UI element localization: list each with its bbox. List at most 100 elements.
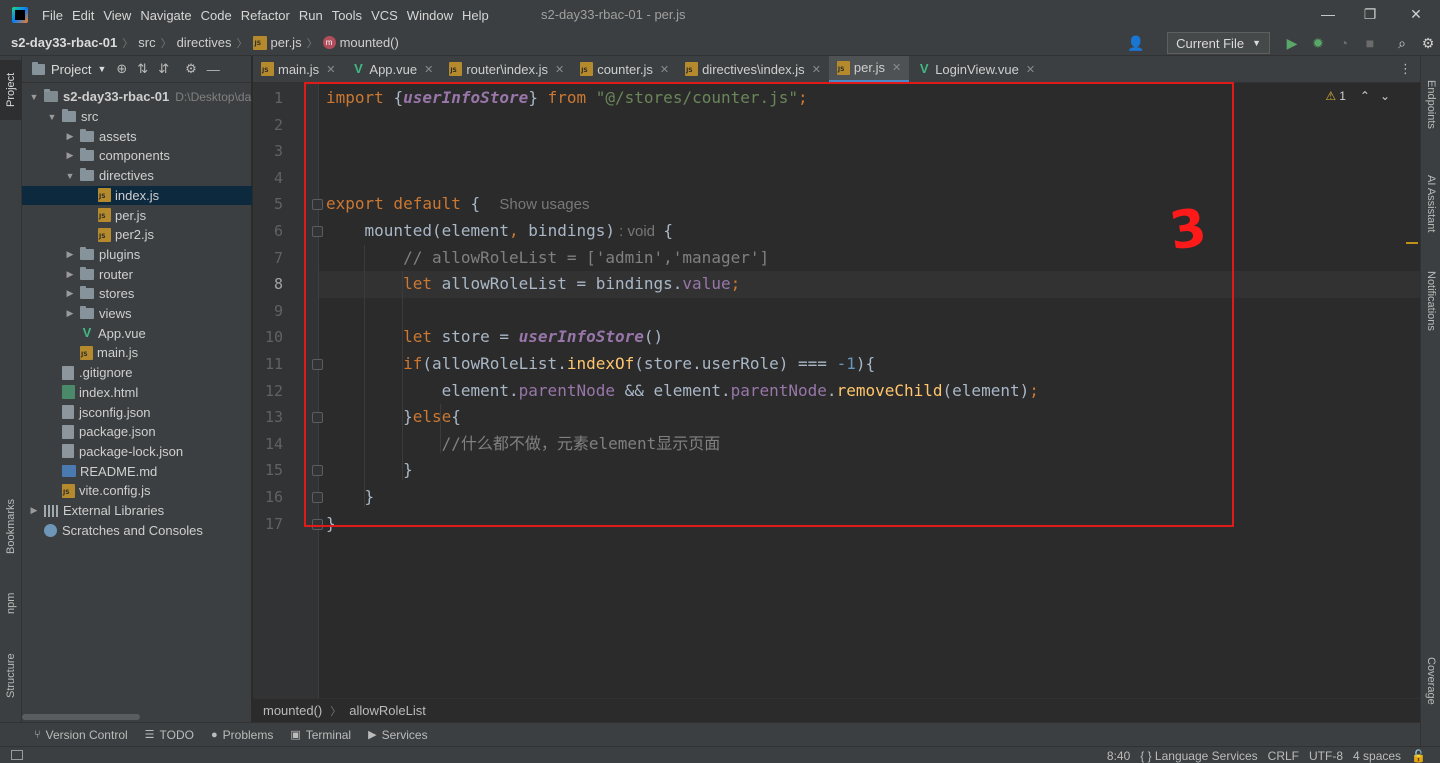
editor-breadcrumb-variable[interactable]: allowRoleList (349, 703, 426, 718)
line-number[interactable]: 1 (253, 85, 283, 112)
editor-tab[interactable]: per.js ✕ (828, 55, 910, 83)
tool-tab-endpoints[interactable]: Endpoints (1421, 64, 1440, 144)
coverage-run-icon[interactable]: ◔ (1336, 35, 1352, 51)
fold-marker-icon[interactable] (312, 359, 323, 370)
line-number[interactable]: 8 (253, 271, 283, 298)
more-tabs-icon[interactable]: ⋮ (1399, 61, 1412, 77)
close-tab-icon[interactable]: ✕ (326, 63, 335, 76)
settings-gear-icon[interactable]: ⚙ (1420, 35, 1436, 51)
line-number[interactable]: 13 (253, 404, 283, 431)
caret-position[interactable]: 8:40 (1107, 749, 1130, 763)
tree-item[interactable]: V App.vue (22, 323, 252, 343)
line-separator-widget[interactable]: CRLF (1268, 749, 1299, 763)
tree-item[interactable]: ▶ assets (22, 126, 252, 146)
menu-code[interactable]: Code (201, 8, 232, 23)
chevron-right-icon[interactable]: ▶ (64, 131, 76, 142)
code-line[interactable]: export default { Show usages (326, 191, 589, 218)
horizontal-scrollbar[interactable] (22, 714, 140, 720)
line-number[interactable]: 17 (253, 511, 283, 538)
editor-tab[interactable]: main.js ✕ (253, 56, 343, 83)
run-icon[interactable]: ▶ (1284, 35, 1300, 51)
tree-item[interactable]: main.js (22, 343, 252, 363)
breadcrumb-directives[interactable]: directives (177, 35, 232, 50)
user-account-icon[interactable]: 👤 (1127, 35, 1144, 51)
close-tab-icon[interactable]: ✕ (660, 63, 669, 76)
line-number[interactable]: 14 (253, 431, 283, 458)
code-token[interactable]: Show usages (499, 196, 589, 213)
code-line[interactable]: //什么都不做，元素element显示页面 (326, 431, 721, 458)
tree-item[interactable]: ▶ plugins (22, 245, 252, 265)
tool-tab-project[interactable]: Project (0, 60, 22, 120)
code-line[interactable]: let store = userInfoStore() (326, 324, 663, 351)
minimize-button[interactable]: — (1318, 4, 1338, 24)
chevron-down-icon[interactable]: ▼ (28, 92, 40, 102)
chevron-right-icon[interactable]: ▶ (64, 288, 76, 299)
chevron-down-icon[interactable]: ▼ (97, 64, 106, 74)
fold-marker-icon[interactable] (312, 412, 323, 424)
menu-run[interactable]: Run (299, 8, 323, 23)
tool-tab-bookmarks[interactable]: Bookmarks (0, 486, 22, 566)
close-window-button[interactable]: ✕ (1406, 4, 1426, 24)
tool-tab-notifications[interactable]: Notifications (1421, 256, 1440, 346)
menu-help[interactable]: Help (462, 8, 489, 23)
editor-tab[interactable]: V App.vue ✕ (343, 56, 441, 83)
tool-tab-todo[interactable]: ☰ TODO (145, 728, 194, 742)
editor-tab[interactable]: directives\index.js ✕ (677, 56, 829, 83)
inspection-widget[interactable]: ⚠ 1 ⌃ ⌄ (1325, 89, 1390, 103)
close-tab-icon[interactable]: ✕ (555, 63, 564, 76)
code-line[interactable]: mounted(element, bindings) : void { (326, 218, 673, 245)
tree-item[interactable]: vite.config.js (22, 481, 252, 501)
tool-tab-terminal[interactable]: ▣ Terminal (290, 728, 351, 742)
debug-icon[interactable]: ✹ (1310, 35, 1326, 51)
tree-item[interactable]: Scratches and Consoles (22, 520, 252, 540)
tree-item[interactable]: index.js (22, 185, 252, 206)
menu-tools[interactable]: Tools (332, 8, 362, 23)
tool-tab-services[interactable]: ▶ Services (368, 728, 427, 742)
line-number[interactable]: 3 (253, 138, 283, 165)
tree-item[interactable]: package-lock.json (22, 442, 252, 462)
indent-widget[interactable]: 4 spaces (1353, 749, 1401, 763)
code-line[interactable]: import {userInfoStore} from "@/stores/co… (326, 85, 808, 112)
chevron-right-icon[interactable]: ▶ (64, 249, 76, 260)
warning-stripe-marker[interactable] (1406, 242, 1418, 244)
line-number[interactable]: 7 (253, 245, 283, 272)
code-line[interactable]: } (326, 484, 375, 511)
chevron-down-icon[interactable]: ▼ (46, 112, 58, 122)
chevron-right-icon[interactable]: ▶ (64, 269, 76, 280)
breadcrumb-src[interactable]: src (138, 35, 155, 50)
tool-tab-ai-assistant[interactable]: AI Assistant (1421, 156, 1440, 251)
close-tab-icon[interactable]: ✕ (892, 61, 901, 74)
tree-item[interactable]: ▶ views (22, 304, 252, 324)
menu-vcs[interactable]: VCS (371, 8, 398, 23)
restore-button[interactable]: ❐ (1360, 4, 1380, 24)
options-gear-icon[interactable]: ⚙ (185, 61, 197, 77)
next-highlight-icon[interactable]: ⌄ (1380, 89, 1390, 103)
search-icon[interactable]: ⌕ (1394, 35, 1410, 51)
previous-highlight-icon[interactable]: ⌃ (1360, 89, 1370, 103)
editor-tab[interactable]: V LoginView.vue ✕ (909, 56, 1043, 83)
tool-tab-version-control[interactable]: ⑂ Version Control (34, 728, 128, 742)
line-number-gutter[interactable]: 1 2 3 4 5 6 7 8 9 10 11 12 13 14 15 16 17 (253, 83, 323, 698)
editor-breadcrumb-mounted[interactable]: mounted() (263, 703, 322, 718)
stop-icon[interactable]: ■ (1362, 35, 1378, 51)
toggle-tool-windows-icon[interactable] (11, 750, 23, 760)
fold-marker-icon[interactable] (312, 199, 323, 211)
tree-item[interactable]: ▼ directives (22, 166, 252, 186)
close-tab-icon[interactable]: ✕ (812, 63, 821, 76)
code-line[interactable]: } (326, 457, 413, 484)
run-configuration-select[interactable]: Current File ▼ (1167, 32, 1270, 54)
code-editor[interactable]: 1 2 3 4 5 6 7 8 9 10 11 12 13 14 15 16 17 import {userIn… (253, 83, 1420, 698)
line-number[interactable]: 15 (253, 457, 283, 484)
project-panel-title[interactable]: Project (51, 62, 91, 77)
line-number[interactable]: 16 (253, 484, 283, 511)
readonly-toggle-icon[interactable]: 🔓 (1411, 749, 1426, 763)
breadcrumb-file[interactable]: per.js (252, 35, 302, 50)
tool-tab-coverage[interactable]: Coverage (1421, 646, 1440, 716)
breadcrumb-method[interactable]: m mounted() (322, 35, 399, 50)
code-token[interactable]: : void (615, 223, 663, 240)
close-tab-icon[interactable]: ✕ (1026, 63, 1035, 76)
code-line[interactable]: let allowRoleList = bindings.value; (326, 271, 740, 298)
menu-refactor[interactable]: Refactor (241, 8, 290, 23)
line-number[interactable]: 4 (253, 165, 283, 192)
tree-item[interactable]: ▶ External Libraries (22, 501, 252, 521)
